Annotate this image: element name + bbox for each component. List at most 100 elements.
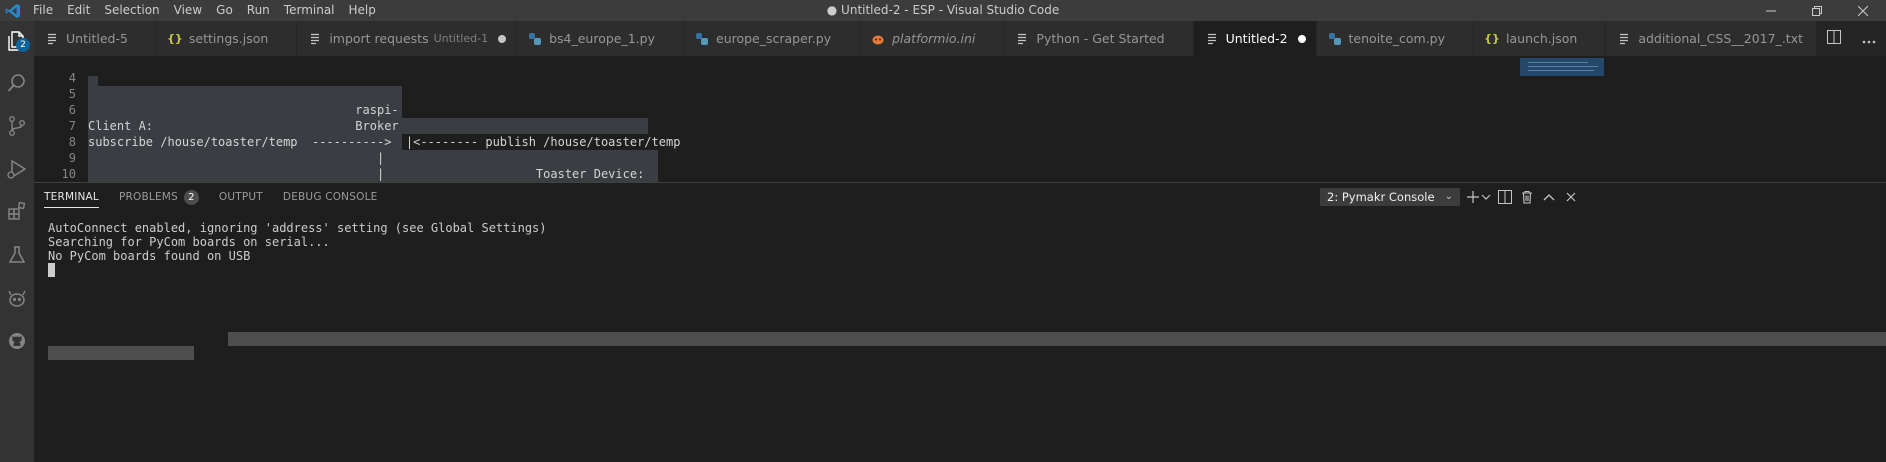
platformio-alien-icon[interactable] — [0, 279, 34, 319]
terminal-scrollbar[interactable] — [228, 332, 1886, 346]
code-line: Client A: Broker — [88, 119, 399, 133]
line-number: 5 — [68, 87, 76, 101]
editor-tabs: Untitled-5 {} settings.json import requests… — [34, 21, 1886, 56]
panel-tabs: TERMINAL PROBLEMS 2 OUTPUT DEBUG CONSOLE — [34, 183, 387, 211]
tab-additional-css-2017-txt[interactable]: additional_CSS__2017_.txt — [1606, 21, 1832, 56]
python-icon — [1327, 31, 1343, 47]
chevron-down-icon[interactable] — [1480, 188, 1492, 206]
tab-label: Untitled-5 — [66, 31, 128, 46]
tab-output[interactable]: OUTPUT — [209, 183, 273, 211]
tab-label: europe_scraper.py — [716, 31, 832, 46]
tab-label: tenoite_com.py — [1348, 31, 1446, 46]
line-number: 7 — [68, 119, 76, 133]
github-icon[interactable] — [0, 321, 34, 361]
terminal-scrollbar-thumb[interactable] — [48, 346, 194, 360]
terminal-select-value: 2: Pymakr Console — [1327, 190, 1435, 204]
tab-label: Untitled-2 — [1225, 31, 1288, 46]
line-number: 4 — [68, 71, 76, 85]
menu-go[interactable]: Go — [209, 0, 240, 21]
menu-file[interactable]: File — [26, 0, 60, 21]
unsaved-dot-icon[interactable] — [498, 34, 507, 43]
terminal-select[interactable]: 2: Pymakr Console ⌄ — [1320, 188, 1460, 206]
line-number: 9 — [68, 151, 76, 165]
minimize-icon[interactable] — [1748, 0, 1794, 21]
tab-problems-label: PROBLEMS — [119, 191, 178, 203]
minimap[interactable] — [1480, 56, 1604, 182]
tab-import-requests[interactable]: import requests Untitled-1 — [297, 21, 518, 56]
trash-icon[interactable] — [1518, 188, 1536, 206]
file-icon — [1616, 31, 1632, 47]
json-icon: {} — [167, 32, 183, 45]
tab-platformio-ini[interactable]: platformio.ini — [860, 21, 1005, 56]
json-icon: {} — [1484, 32, 1500, 45]
tab-launch-json[interactable]: {} launch.json — [1474, 21, 1607, 56]
tab-label: settings.json — [188, 31, 269, 46]
file-icon — [1014, 31, 1030, 47]
menu-help[interactable]: Help — [342, 0, 383, 21]
tab-label: platformio.ini — [892, 31, 976, 46]
unsaved-dot-icon[interactable] — [1297, 34, 1306, 43]
tab-europe-scraper-py[interactable]: europe_scraper.py — [684, 21, 861, 56]
menu-run[interactable]: Run — [240, 0, 277, 21]
tab-problems[interactable]: PROBLEMS 2 — [109, 183, 209, 211]
code-line: | — [88, 151, 385, 165]
python-icon — [694, 31, 710, 47]
close-panel-icon[interactable] — [1562, 188, 1580, 206]
tab-untitled-5[interactable]: Untitled-5 — [34, 21, 157, 56]
terminal-panel: TERMINAL PROBLEMS 2 OUTPUT DEBUG CONSOLE … — [34, 182, 1886, 462]
search-icon[interactable] — [0, 63, 34, 103]
python-icon — [527, 31, 543, 47]
problems-count-badge: 2 — [183, 190, 199, 205]
tab-label: Python - Get Started — [1036, 31, 1165, 46]
tab-bs4-europe-1-py[interactable]: bs4_europe_1.py — [517, 21, 684, 56]
menu-edit[interactable]: Edit — [60, 0, 97, 21]
tab-debug-console[interactable]: DEBUG CONSOLE — [273, 183, 388, 211]
chevron-down-icon: ⌄ — [1444, 191, 1453, 202]
tab-label: launch.json — [1506, 31, 1578, 46]
tab-debug-console-label: DEBUG CONSOLE — [282, 191, 378, 203]
code-editor[interactable]: 4 5 6 raspi- 7 Client A: Broker 8 subscribe /h… — [34, 56, 1886, 182]
menu-selection[interactable]: Selection — [97, 0, 166, 21]
terminal-cursor — [48, 263, 55, 277]
editor-actions — [1816, 21, 1886, 56]
tab-settings-json[interactable]: {} settings.json — [156, 21, 298, 56]
window-controls — [1748, 0, 1886, 21]
split-terminal-icon[interactable] — [1496, 188, 1514, 206]
tab-output-label: OUTPUT — [218, 191, 263, 203]
tab-description: Untitled-1 — [433, 32, 489, 45]
run-debug-icon[interactable] — [0, 149, 34, 189]
maximize-panel-icon[interactable] — [1540, 188, 1558, 206]
split-editor-icon[interactable] — [1826, 29, 1841, 48]
terminal-line: AutoConnect enabled, ignoring 'address' … — [48, 221, 547, 235]
file-icon — [307, 31, 323, 47]
tab-label: additional_CSS__2017_.txt — [1638, 31, 1803, 46]
code-line: raspi- — [88, 103, 399, 117]
tab-terminal-label: TERMINAL — [44, 191, 99, 203]
tab-tenoite-com-py[interactable]: tenoite_com.py — [1316, 21, 1475, 56]
extensions-icon[interactable] — [0, 191, 34, 231]
tab-terminal[interactable]: TERMINAL — [34, 183, 109, 211]
restore-icon[interactable] — [1794, 0, 1840, 21]
vscode-window: ● Untitled-2 - ESP - Visual Studio Code … — [0, 0, 1886, 462]
close-window-icon[interactable] — [1840, 0, 1886, 21]
tab-untitled-2[interactable]: Untitled-2 — [1193, 21, 1317, 56]
menu-view[interactable]: View — [167, 0, 209, 21]
tab-python-get-started[interactable]: Python - Get Started — [1004, 21, 1194, 56]
terminal-line: Searching for PyCom boards on serial... — [48, 235, 330, 249]
terminal-line: No PyCom boards found on USB — [48, 249, 251, 263]
vscode-logo-icon — [0, 0, 26, 21]
file-icon — [44, 31, 60, 47]
line-number: 8 — [68, 135, 76, 149]
tab-label: bs4_europe_1.py — [549, 31, 655, 46]
explorer-icon[interactable]: 2 — [0, 21, 34, 61]
platformio-icon — [870, 31, 886, 47]
activity-bar: 2 — [0, 21, 34, 462]
testing-flask-icon[interactable] — [0, 235, 34, 275]
more-actions-icon[interactable] — [1862, 29, 1876, 48]
code-line: | Toaster Device: — [88, 167, 645, 181]
tab-label: import requests — [329, 31, 429, 46]
menu-terminal[interactable]: Terminal — [277, 0, 342, 21]
selection-highlight — [402, 118, 648, 134]
source-control-icon[interactable] — [0, 106, 34, 146]
explorer-badge: 2 — [16, 38, 30, 52]
